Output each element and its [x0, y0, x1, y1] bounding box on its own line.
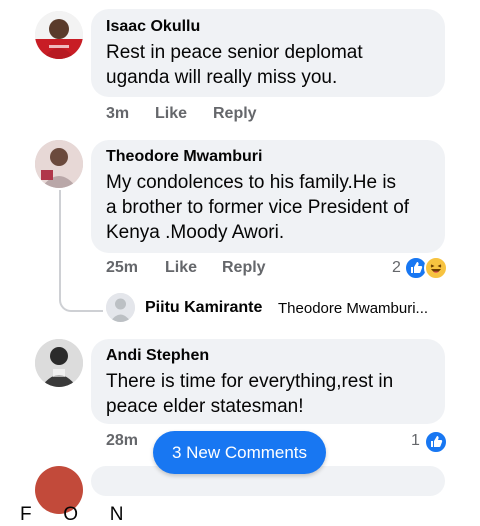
comment-text-line: uganda will really miss you. [106, 67, 338, 88]
like-button[interactable]: Like [155, 105, 187, 123]
comment-text-line: a brother to former vice President of [106, 197, 410, 218]
comment-time: 3m [106, 105, 130, 122]
comment-author[interactable]: Isaac Okullu [106, 18, 200, 36]
comment-author[interactable]: Theodore Mwamburi [106, 148, 262, 166]
comment-text-line: Kenya .Moody Awori. [106, 222, 285, 243]
reply-avatar[interactable] [106, 293, 135, 322]
new-comments-button[interactable]: 3 New Comments [153, 431, 326, 474]
reply-button[interactable]: Reply [222, 259, 266, 277]
comment-author[interactable]: Andi Stephen [106, 347, 209, 365]
comment-text-line: peace elder statesman! [106, 396, 304, 417]
like-icon[interactable] [424, 430, 448, 454]
reaction-count[interactable]: 2 [392, 259, 401, 277]
comment-time: 25m [106, 259, 139, 276]
avatar[interactable] [35, 140, 83, 188]
avatar-photo-icon [35, 11, 83, 59]
avatar[interactable] [35, 339, 83, 387]
avatar-photo-icon [35, 140, 83, 188]
haha-icon[interactable] [424, 256, 448, 280]
avatar-photo-icon [35, 339, 83, 387]
default-avatar-icon [106, 293, 135, 322]
comment-time: 28m [106, 432, 139, 449]
like-button[interactable]: Like [165, 259, 197, 277]
avatar[interactable] [35, 11, 83, 59]
reply-snippet[interactable]: Theodore Mwamburi... [278, 300, 428, 317]
bottom-partial-text: F O N [20, 504, 124, 525]
comment-text-line: Rest in peace senior deplomat [106, 42, 363, 63]
reply-author[interactable]: Piitu Kamirante [145, 299, 262, 317]
comment-text-line: There is time for everything,rest in [106, 371, 394, 392]
reaction-count[interactable]: 1 [411, 432, 420, 450]
reply-button[interactable]: Reply [213, 105, 257, 123]
comment-text-line: My condolences to his family.He is [106, 172, 397, 193]
